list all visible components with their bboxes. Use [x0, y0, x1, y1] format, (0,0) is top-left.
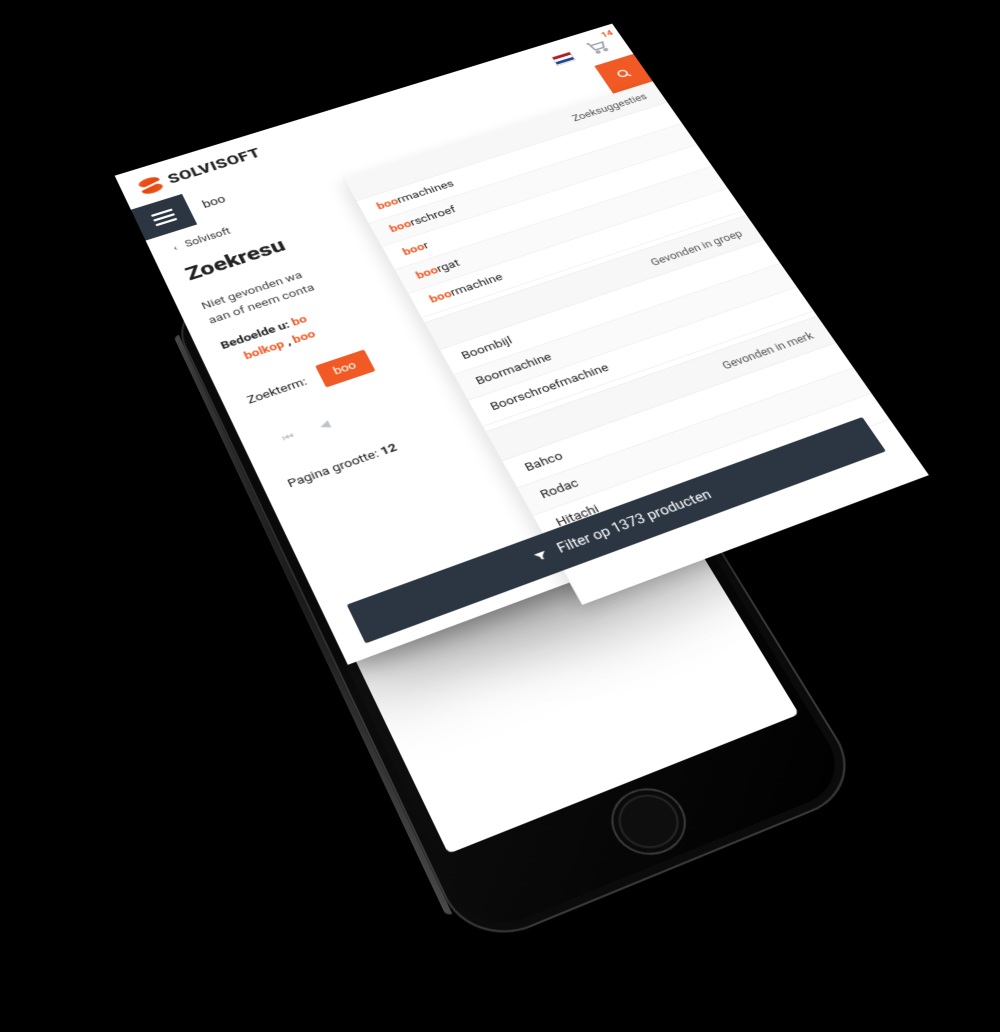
search-icon	[613, 66, 635, 81]
pager-prev-icon[interactable]: ◀	[317, 418, 332, 433]
chevron-left-icon: ‹	[172, 243, 179, 253]
brand-logo-icon	[137, 175, 165, 196]
cart-button[interactable]: 14	[582, 36, 614, 59]
device-home-button[interactable]	[602, 781, 696, 863]
page-size-value: 12	[378, 441, 399, 458]
dym-term[interactable]: boo	[291, 328, 318, 346]
dym-term[interactable]: bo	[290, 313, 310, 328]
pager-first-icon[interactable]: ⏮	[280, 430, 297, 445]
breadcrumb-label: Solvisoft	[183, 226, 232, 250]
cart-icon	[582, 36, 612, 56]
hamburger-icon	[151, 208, 177, 226]
search-term-label: Zoekterm:	[245, 376, 309, 407]
locale-flag-nl[interactable]	[551, 51, 576, 66]
filter-icon	[531, 548, 552, 565]
search-term-chip[interactable]: boo	[315, 350, 376, 388]
